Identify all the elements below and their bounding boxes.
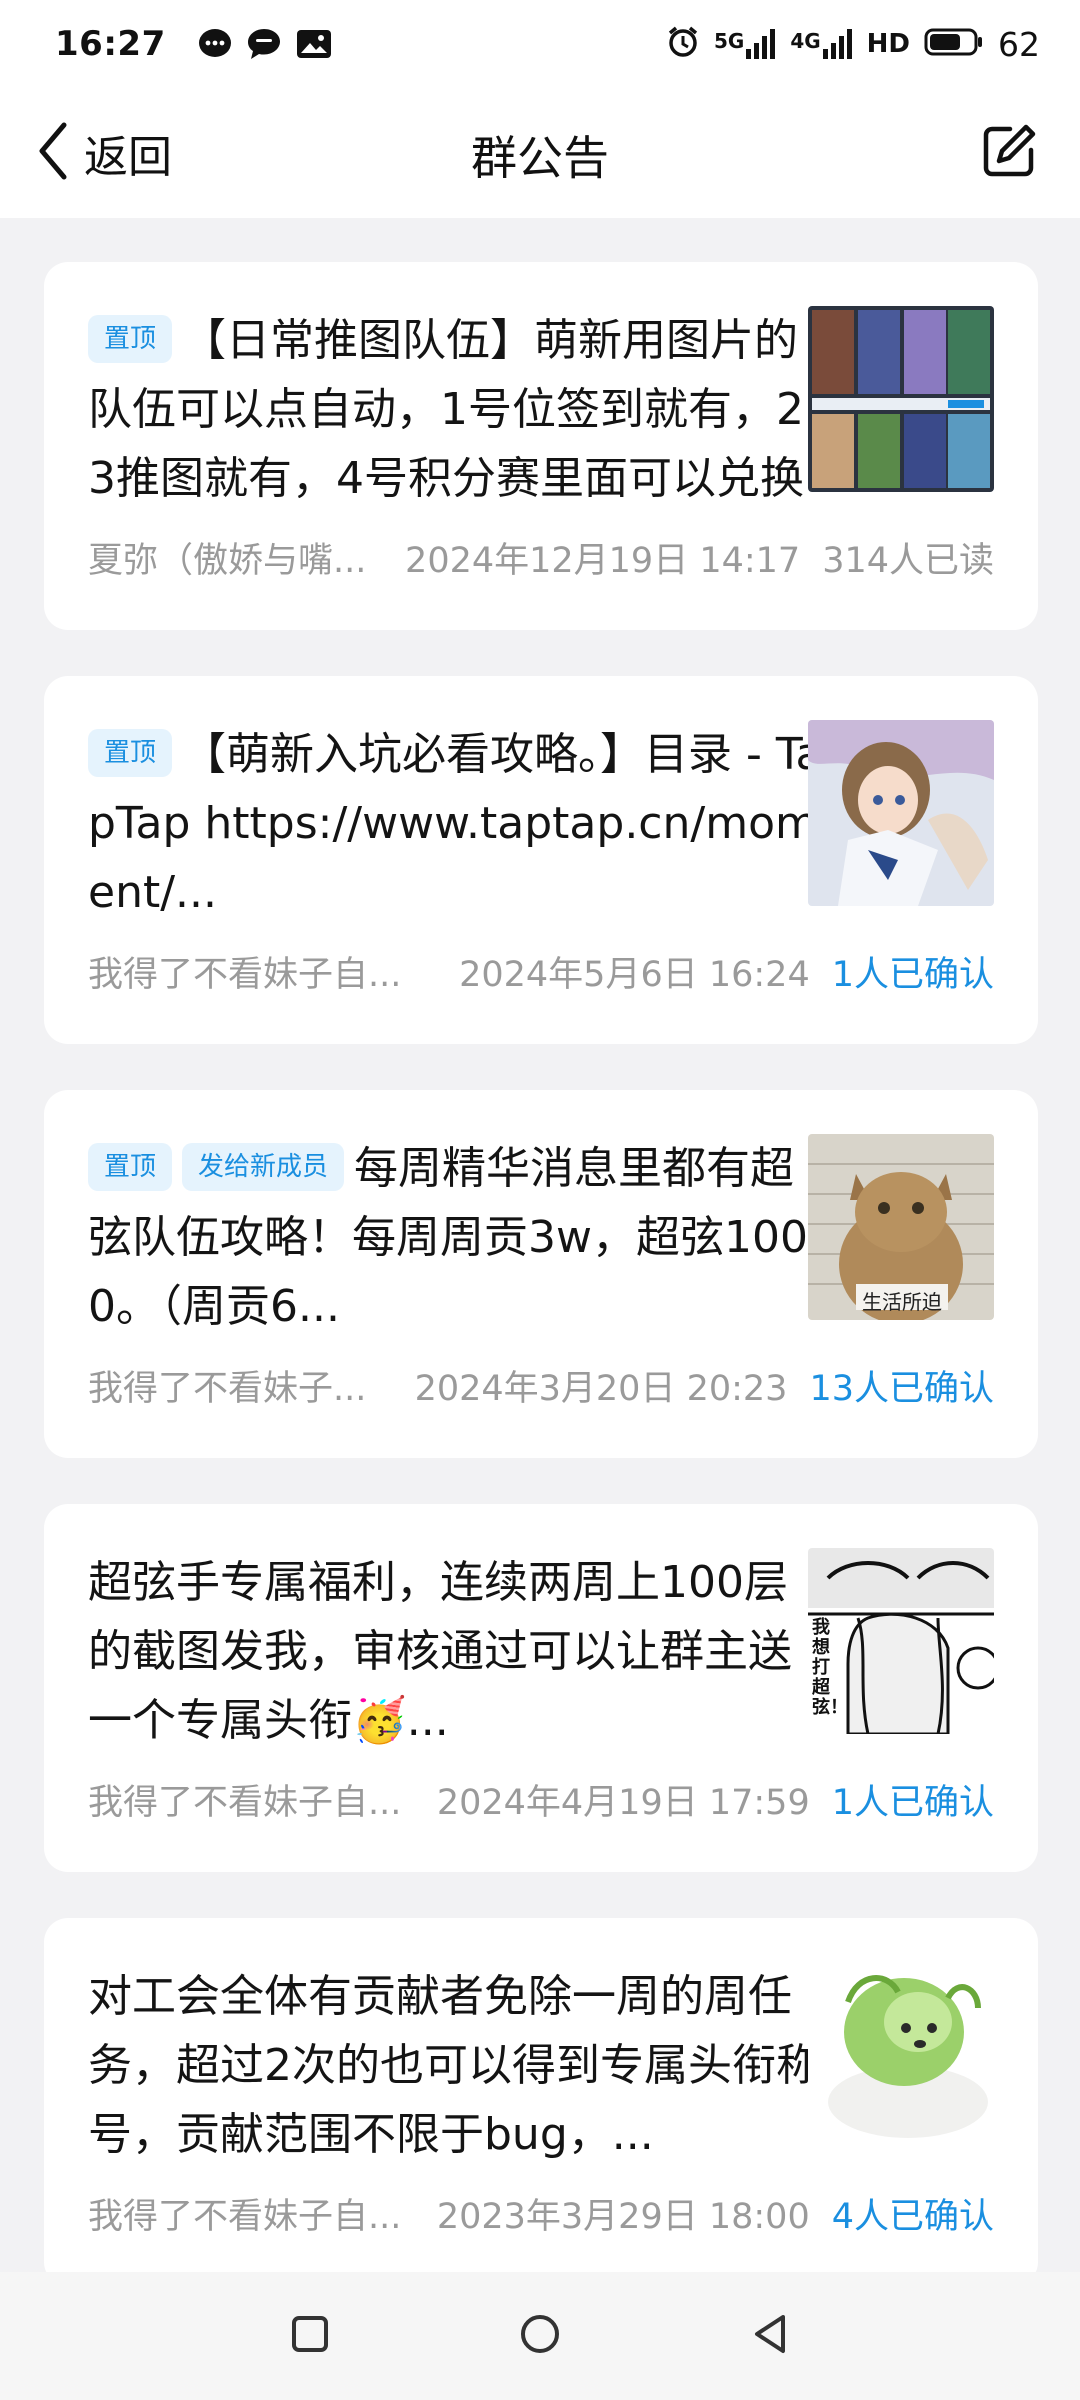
announcement-meta: 我得了不看妹子自... 2023年3月29日 18:00 4人已确认: [88, 2188, 994, 2238]
chat-bubble-icon: [198, 28, 232, 60]
announcement-card[interactable]: 置顶 发给新成员 每周精华消息里都有超弦队伍攻略！每周周贡3w，超弦1000。（周贡…: [44, 1090, 1038, 1458]
status-time: 16:27: [55, 24, 166, 64]
announcement-thumbnail[interactable]: 我想打超弦！: [808, 1548, 994, 1734]
edit-icon: [980, 122, 1038, 184]
author-name: 我得了不看妹子...: [88, 1368, 367, 1409]
post-time: 2024年3月20日 20:23: [414, 1368, 788, 1409]
post-time: 2024年12月19日 14:17: [405, 540, 801, 581]
recents-button[interactable]: [280, 2306, 340, 2366]
announcement-thumbnail[interactable]: 生活所迫: [808, 1134, 994, 1320]
triangle-back-icon: [751, 2313, 789, 2359]
status-bar: 16:27 5G 4G HD 62: [0, 0, 1080, 88]
author-name: 我得了不看妹子自...: [88, 954, 402, 995]
confirm-count[interactable]: 1人已确认: [810, 1774, 994, 1825]
announcement-body: 【日常推图队伍】萌新用图片的队伍可以点自动，1号位签到就有，23推图就有，4号积…: [88, 315, 804, 504]
post-time: 2024年4月19日 17:59: [436, 1782, 810, 1823]
message-icon: [246, 27, 282, 61]
signal-4g-icon: 4G: [790, 29, 852, 59]
announcement-meta: 我得了不看妹子... 2024年3月20日 20:23 13人已确认: [88, 1360, 994, 1410]
announcement-thumbnail[interactable]: [808, 306, 994, 492]
pinned-tag: 置顶: [88, 315, 173, 363]
confirm-count[interactable]: 4人已确认: [810, 2188, 994, 2239]
announcement-card[interactable]: 置顶 【萌新入坑必看攻略。】目录 - TapTap https://www.tap…: [44, 676, 1038, 1044]
post-time: 2024年5月6日 16:24: [459, 954, 810, 995]
status-indicators: 5G 4G HD 62: [666, 25, 1040, 64]
announcement-text: 对工会全体有贡献者免除一周的周任务，超过2次的也可以得到专属头衔称号，贡献范围不…: [88, 1962, 828, 2169]
battery-icon: [924, 27, 984, 61]
pinned-tag: 置顶: [88, 729, 173, 777]
notification-icons: [198, 27, 332, 61]
announcement-text: 置顶 【日常推图队伍】萌新用图片的队伍可以点自动，1号位签到就有，23推图就有，4…: [88, 306, 828, 513]
announcement-thumbnail[interactable]: [808, 1962, 994, 2148]
read-count: 314人已读: [822, 540, 994, 581]
home-button[interactable]: [510, 2306, 570, 2366]
announcement-meta: 夏弥（傲娇与嘴... 2024年12月19日 14:17 314人已读: [88, 532, 994, 582]
thumbnail-caption: 生活所迫: [862, 1290, 942, 1314]
announcement-body: 超弦手专属福利，连续两周上100层的截图发我，审核通过可以让群主送一个专属头衔🥳…: [88, 1557, 792, 1746]
system-back-button[interactable]: [740, 2306, 800, 2366]
announcement-meta: 我得了不看妹子自... 2024年4月19日 17:59 1人已确认: [88, 1774, 994, 1824]
confirm-count[interactable]: 13人已确认: [787, 1360, 994, 1411]
alarm-icon: [666, 25, 700, 63]
thumbnail-caption: 我想打超弦！: [812, 1617, 848, 1718]
new-member-tag: 发给新成员: [182, 1143, 345, 1191]
announcement-meta: 我得了不看妹子自... 2024年5月6日 16:24 1人已确认: [88, 946, 994, 996]
pinned-tag: 置顶: [88, 1143, 173, 1191]
system-nav-bar: [0, 2272, 1080, 2400]
author-name: 我得了不看妹子自...: [88, 1782, 402, 1823]
announcement-text: 置顶 【萌新入坑必看攻略。】目录 - TapTap https://www.tap…: [88, 720, 828, 927]
announcement-thumbnail[interactable]: [808, 720, 994, 906]
author-name: 夏弥（傲娇与嘴...: [88, 540, 367, 581]
circle-icon: [519, 2313, 561, 2359]
square-icon: [291, 2315, 329, 2357]
signal-5g-icon: 5G: [714, 29, 776, 59]
announcement-card[interactable]: 对工会全体有贡献者免除一周的周任务，超过2次的也可以得到专属头衔称号，贡献范围不…: [44, 1918, 1038, 2286]
hd-badge: HD: [866, 29, 910, 59]
edit-button[interactable]: [974, 118, 1044, 188]
announcement-card[interactable]: 置顶 【日常推图队伍】萌新用图片的队伍可以点自动，1号位签到就有，23推图就有，4…: [44, 262, 1038, 630]
announcement-body: 对工会全体有贡献者免除一周的周任务，超过2次的也可以得到专属头衔称号，贡献范围不…: [88, 1971, 820, 2160]
image-icon: [296, 29, 332, 59]
announcement-card[interactable]: 超弦手专属福利，连续两周上100层的截图发我，审核通过可以让群主送一个专属头衔🥳…: [44, 1504, 1038, 1872]
confirm-count[interactable]: 1人已确认: [810, 946, 994, 997]
announcement-text: 置顶 发给新成员 每周精华消息里都有超弦队伍攻略！每周周贡3w，超弦1000。（周贡…: [88, 1134, 828, 1341]
post-time: 2023年3月29日 18:00: [436, 2196, 810, 2237]
battery-level: 62: [998, 24, 1040, 64]
announcement-text: 超弦手专属福利，连续两周上100层的截图发我，审核通过可以让群主送一个专属头衔🥳…: [88, 1548, 828, 1755]
author-name: 我得了不看妹子自...: [88, 2196, 402, 2237]
page-title: 群公告: [471, 131, 609, 185]
header: 返回 群公告: [0, 88, 1080, 218]
announcement-body: 【萌新入坑必看攻略。】目录 - TapTap https://www.tapta…: [88, 729, 823, 918]
